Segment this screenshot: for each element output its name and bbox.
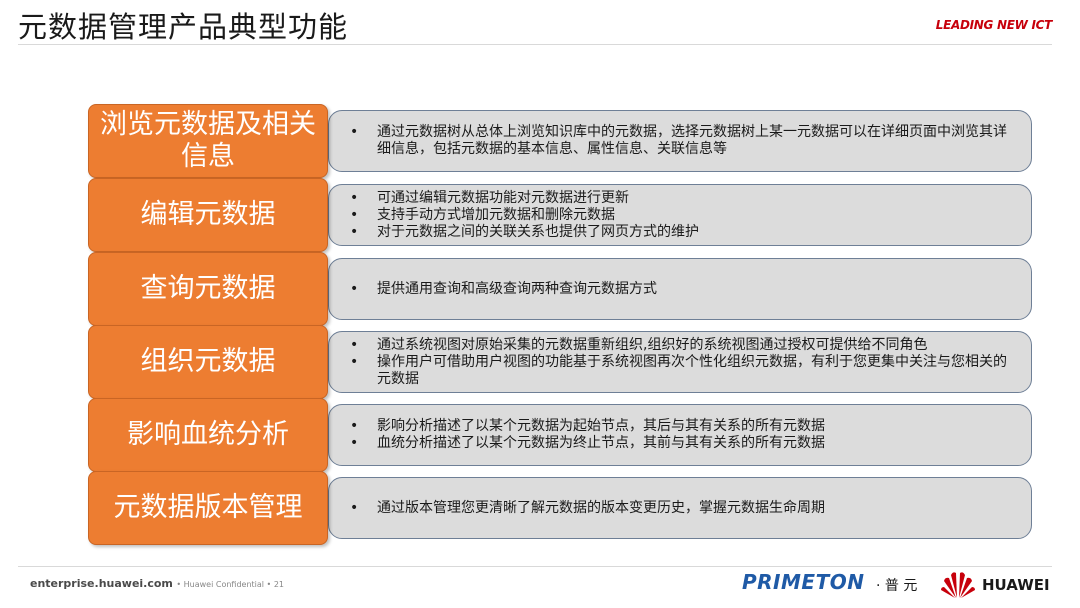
footer-divider [18,566,1052,567]
feature-row-edit: 编辑元数据 可通过编辑元数据功能对元数据进行更新 支持手动方式增加元数据和删除元… [0,178,1080,252]
footer-site: enterprise.huawei.com [30,577,173,590]
huawei-wordmark: HUAWEI [982,576,1050,594]
header-divider [18,44,1052,45]
page-title: 元数据管理产品典型功能 [18,10,349,44]
primeton-logo: PRIMETON [742,570,865,594]
feature-label-query: 查询元数据 [88,252,328,326]
tagline: LEADING NEW ICT [935,18,1053,32]
feature-desc-browse: 通过元数据树从总体上浏览知识库中的元数据，选择元数据树上某一元数据可以在详细页面… [328,110,1032,172]
feature-label-edit: 编辑元数据 [88,178,328,252]
feature-desc-query: 提供通用查询和高级查询两种查询元数据方式 [328,258,1032,320]
feature-label-version: 元数据版本管理 [88,471,328,545]
feature-bullet: 血统分析描述了以某个元数据为终止节点，其前与其有关系的所有元数据 [350,435,1017,452]
feature-bullet: 可通过编辑元数据功能对元数据进行更新 [350,190,1017,207]
feature-bullet: 对于元数据之间的关联关系也提供了网页方式的维护 [350,224,1017,241]
feature-bullet: 操作用户可借助用户视图的功能基于系统视图再次个性化组织元数据，有利于您更集中关注… [350,354,1017,388]
footer-confidential: • Huawei Confidential • 21 [176,580,284,589]
feature-label-browse: 浏览元数据及相关信息 [88,104,328,178]
feature-row-browse: 浏览元数据及相关信息 通过元数据树从总体上浏览知识库中的元数据，选择元数据树上某… [0,104,1080,178]
feature-label-organize: 组织元数据 [88,325,328,399]
feature-label-lineage: 影响血统分析 [88,398,328,472]
feature-row-lineage: 影响血统分析 影响分析描述了以某个元数据为起始节点，其后与其有关系的所有元数据 … [0,398,1080,472]
feature-row-query: 查询元数据 提供通用查询和高级查询两种查询元数据方式 [0,252,1080,326]
tagline-rest: NEW ICT [993,18,1052,32]
feature-row-version: 元数据版本管理 通过版本管理您更清晰了解元数据的版本变更历史，掌握元数据生命周期 [0,471,1080,545]
feature-bullet: 通过版本管理您更清晰了解元数据的版本变更历史，掌握元数据生命周期 [350,500,1017,517]
feature-bullet: 支持手动方式增加元数据和删除元数据 [350,207,1017,224]
feature-bullet: 提供通用查询和高级查询两种查询元数据方式 [350,281,1017,298]
tagline-strong: LEADING [935,18,994,32]
footer-info: enterprise.huawei.com • Huawei Confident… [30,577,284,590]
feature-bullet: 影响分析描述了以某个元数据为起始节点，其后与其有关系的所有元数据 [350,418,1017,435]
feature-desc-organize: 通过系统视图对原始采集的元数据重新组织,组织好的系统视图通过授权可提供给不同角色… [328,331,1032,393]
feature-desc-edit: 可通过编辑元数据功能对元数据进行更新 支持手动方式增加元数据和删除元数据 对于元… [328,184,1032,246]
feature-bullet: 通过元数据树从总体上浏览知识库中的元数据，选择元数据树上某一元数据可以在详细页面… [350,124,1017,158]
feature-desc-version: 通过版本管理您更清晰了解元数据的版本变更历史，掌握元数据生命周期 [328,477,1032,539]
feature-bullet: 通过系统视图对原始采集的元数据重新组织,组织好的系统视图通过授权可提供给不同角色 [350,337,1017,354]
primeton-cn-name: · 普 元 [876,578,918,594]
feature-row-organize: 组织元数据 通过系统视图对原始采集的元数据重新组织,组织好的系统视图通过授权可提… [0,325,1080,399]
feature-desc-lineage: 影响分析描述了以某个元数据为起始节点，其后与其有关系的所有元数据 血统分析描述了… [328,404,1032,466]
huawei-flower-icon [941,572,975,598]
